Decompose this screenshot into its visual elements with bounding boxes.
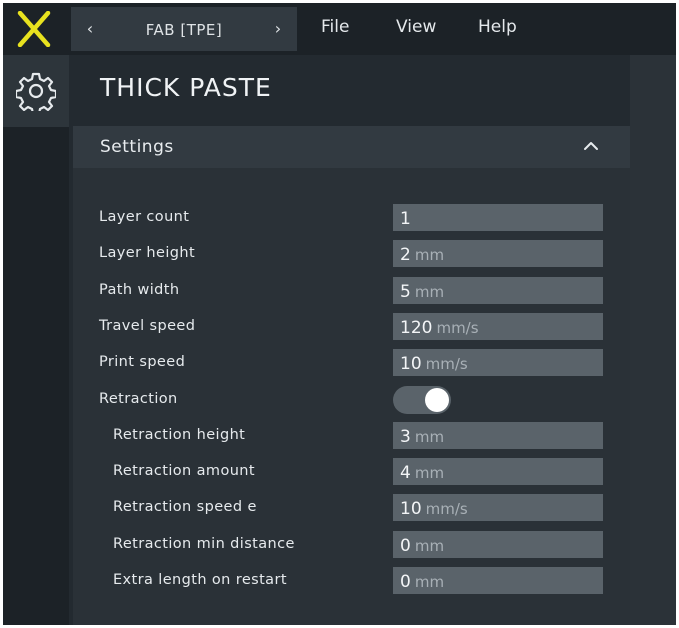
extra-length-on-restart-input[interactable]: 0 mm [393,567,603,594]
input-unit: mm [414,428,445,446]
retraction-height-input[interactable]: 3 mm [393,422,603,449]
setting-label: Layer count [99,209,190,225]
page-title: THICK PASTE [100,73,272,102]
sidebar-item-settings[interactable] [3,55,69,127]
input-unit: mm/s [425,355,468,373]
right-panel-strip [630,55,676,625]
print-speed-input[interactable]: 10 mm/s [393,349,603,376]
input-unit: mm [414,246,445,264]
input-value: 0 [400,572,411,592]
setting-label: Retraction height [113,427,246,443]
setting-row-print-speed: Print speed 10 mm/s [73,349,630,376]
layer-count-input[interactable]: 1 [393,204,603,231]
current-file-name[interactable]: FAB [TPE] [107,7,261,51]
input-unit: mm [414,573,445,591]
menu-help[interactable]: Help [478,17,517,37]
top-bar: ‹ FAB [TPE] › File View Help [3,3,676,55]
setting-label: Path width [99,282,180,298]
left-sidebar [3,55,69,625]
x-logo-icon[interactable] [17,11,51,47]
input-unit: mm/s [425,500,468,518]
input-value: 3 [400,427,411,447]
input-value: 10 [400,354,422,374]
app-window: ‹ FAB [TPE] › File View Help THICK PASTE… [3,3,676,625]
retraction-speed-e-input[interactable]: 10 mm/s [393,494,603,521]
setting-row-layer-height: Layer height 2 mm [73,240,630,267]
retraction-amount-input[interactable]: 4 mm [393,458,603,485]
setting-row-retraction-height: Retraction height 3 mm [73,422,630,449]
chevron-right-icon[interactable]: › [263,7,293,51]
setting-label: Retraction speed e [113,499,257,515]
setting-row-path-width: Path width 5 mm [73,277,630,304]
path-width-input[interactable]: 5 mm [393,277,603,304]
input-unit: mm/s [436,319,479,337]
travel-speed-input[interactable]: 120 mm/s [393,313,603,340]
setting-row-retraction-speed-e: Retraction speed e 10 mm/s [73,494,630,521]
setting-label: Travel speed [99,318,196,334]
retraction-min-distance-input[interactable]: 0 mm [393,531,603,558]
chevron-up-icon[interactable] [583,140,599,152]
input-unit: mm [414,537,445,555]
input-unit: mm [414,464,445,482]
menu-view[interactable]: View [396,17,436,37]
section-title: Settings [100,137,174,157]
input-value: 5 [400,282,411,302]
setting-row-retraction: Retraction [73,386,630,414]
setting-label: Retraction [99,391,178,407]
setting-label: Retraction min distance [113,536,295,552]
input-value: 1 [400,209,411,229]
gear-icon [16,72,56,111]
settings-section-header[interactable]: Settings [73,126,630,168]
menu-file[interactable]: File [321,17,349,37]
layer-height-input[interactable]: 2 mm [393,240,603,267]
input-value: 120 [400,318,433,338]
settings-panel: Layer count 1 Layer height 2 mm Path width 5 mm… [73,168,630,625]
file-selector: ‹ FAB [TPE] › [71,7,297,51]
input-unit: mm [414,283,445,301]
input-value: 4 [400,463,411,483]
chevron-left-icon[interactable]: ‹ [75,7,105,51]
toggle-knob [425,388,449,412]
setting-row-travel-speed: Travel speed 120 mm/s [73,313,630,340]
setting-label: Layer height [99,245,196,261]
setting-row-retraction-min-distance: Retraction min distance 0 mm [73,531,630,558]
retraction-toggle[interactable] [393,386,451,414]
setting-row-layer-count: Layer count 1 [73,204,630,231]
setting-label: Print speed [99,354,186,370]
input-value: 2 [400,245,411,265]
setting-row-extra-length-on-restart: Extra length on restart 0 mm [73,567,630,594]
setting-label: Extra length on restart [113,572,287,588]
setting-label: Retraction amount [113,463,255,479]
input-value: 10 [400,499,422,519]
setting-row-retraction-amount: Retraction amount 4 mm [73,458,630,485]
input-value: 0 [400,536,411,556]
